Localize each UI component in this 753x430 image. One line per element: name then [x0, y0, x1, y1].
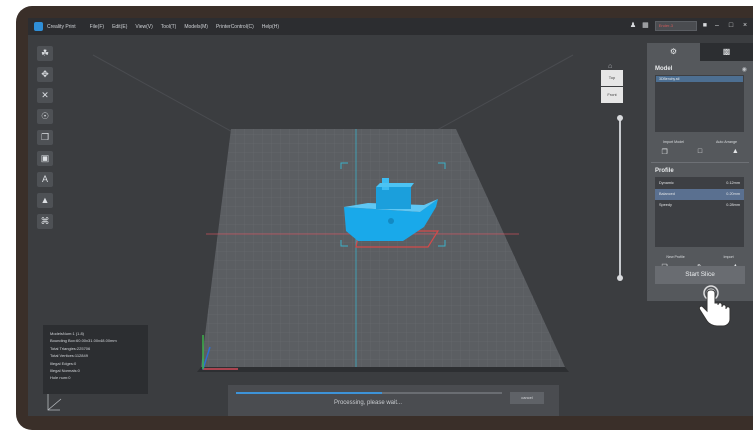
profile-section-title: Profile: [655, 168, 674, 174]
close-button[interactable]: ×: [741, 21, 749, 31]
model-info-panel: ModelsNum:1 (1.8) Bounding Box:60.00x31.…: [43, 325, 148, 394]
rotate-tool-icon[interactable]: ☉: [37, 109, 53, 124]
home-view-icon[interactable]: ⌂: [608, 63, 612, 70]
info-triangles: Total Triangles:225706: [50, 345, 91, 351]
lay-flat-tool-icon[interactable]: ▲: [37, 193, 53, 208]
3d-viewport[interactable]: ModelsNum:1 (1.8) Bounding Box:60.00x31.…: [28, 35, 632, 416]
tab-printer-icon[interactable]: ▩: [700, 43, 753, 61]
profile-row-balanced[interactable]: Balanced 0.20mm: [655, 189, 744, 200]
model-visibility-icon[interactable]: ◉: [742, 66, 747, 73]
pick-tool-icon[interactable]: ☘: [37, 46, 53, 61]
view-cube-front[interactable]: Front: [601, 87, 623, 103]
model-button-labels: Import Model Auto Arrange: [647, 140, 753, 144]
start-slice-button[interactable]: Start Slice: [655, 266, 745, 284]
auto-arrange-icon[interactable]: □: [692, 148, 708, 156]
import-model-label[interactable]: Import Model: [663, 140, 684, 144]
menu-file[interactable]: File(F): [90, 24, 104, 30]
model-buttons: ❐ □ ▲: [647, 148, 753, 156]
app-logo: Creality Print: [34, 22, 90, 31]
move-tool-icon[interactable]: ✥: [37, 67, 53, 82]
profile-row-speedy[interactable]: Speedy 0.28mm: [655, 200, 744, 211]
mirror-tool-icon[interactable]: ❐: [37, 130, 53, 145]
menu-help[interactable]: Help(H): [262, 24, 279, 30]
support-tool-icon[interactable]: ▣: [37, 151, 53, 166]
import-profile-label[interactable]: Import: [723, 255, 733, 259]
text-tool-icon[interactable]: A: [37, 172, 53, 187]
layer-slider-track[interactable]: [619, 119, 621, 279]
menu-printer-control[interactable]: PrinterControl(C): [216, 24, 254, 30]
maximize-button[interactable]: □: [727, 21, 735, 31]
tab-slice-settings-icon[interactable]: ⚙: [647, 43, 700, 61]
app-window: Creality Print File(F) Edit(E) View(V) T…: [28, 18, 753, 416]
printer-select[interactable]: Ender-3: [654, 21, 697, 31]
slicing-progress-panel: Processing, please wait... cancel: [228, 385, 559, 416]
section-divider: [651, 162, 749, 163]
right-side-panel: ⚙ ▩ Model ◉ 3DBenchy.stl Import Model Au…: [647, 43, 753, 301]
info-models-num: ModelsNum:1 (1.8): [50, 331, 85, 336]
progress-bar: [236, 392, 502, 394]
progress-text: Processing, please wait...: [333, 400, 403, 406]
profile-name: Speedy: [659, 203, 672, 207]
title-bar: Creality Print File(F) Edit(E) View(V) T…: [28, 18, 753, 35]
profile-value: 0.12mm: [726, 181, 740, 185]
profile-name: Dynamic: [659, 181, 674, 185]
profile-name: Balanced: [659, 192, 675, 196]
cancel-button[interactable]: cancel: [510, 392, 544, 404]
model-section-header: Model ◉: [647, 66, 753, 73]
info-vertices: Total Vertices:112849: [50, 353, 88, 359]
scale-tool-icon[interactable]: ✕: [37, 88, 53, 103]
progress-bar-fill: [236, 392, 383, 394]
panel-tabs: ⚙ ▩: [647, 43, 753, 61]
profile-value: 0.28mm: [726, 203, 740, 207]
title-bar-right: ♟ ▦ Ender-3 ■ – □ ×: [630, 21, 749, 31]
view-cube-top[interactable]: Top: [601, 70, 623, 86]
view-cube[interactable]: Top Front: [601, 70, 623, 118]
import-model-icon[interactable]: ❐: [657, 148, 673, 156]
layer-slider-top-handle[interactable]: [617, 115, 623, 121]
menu-view[interactable]: View(V): [135, 24, 152, 30]
info-hole-num: Hole num:0: [50, 375, 71, 381]
app-title: Creality Print: [47, 23, 76, 30]
model-list-item[interactable]: 3DBenchy.stl: [656, 76, 743, 82]
printer-settings-icon[interactable]: ■: [703, 21, 707, 31]
profile-list[interactable]: Dynamic 0.12mm Balanced 0.20mm Speedy 0.…: [655, 177, 744, 247]
profile-button-labels: New Profile Import: [647, 255, 753, 259]
menu-tool[interactable]: Tool(T): [161, 24, 177, 30]
delete-model-icon[interactable]: ▲: [727, 148, 743, 156]
left-toolbar: ☘ ✥ ✕ ☉ ❐ ▣ A ▲ ⌘: [37, 46, 53, 229]
logo-icon: [34, 22, 43, 31]
info-illegal-edges: Illegal Edges:0: [50, 360, 77, 366]
model-section-title: Model: [655, 66, 673, 72]
profile-row-dynamic[interactable]: Dynamic 0.12mm: [655, 178, 744, 189]
auto-arrange-label[interactable]: Auto Arrange: [716, 140, 737, 144]
info-bounding-box: Bounding Box:60.00x31.00x48.00mm: [50, 338, 117, 344]
new-profile-label[interactable]: New Profile: [666, 255, 684, 259]
model-list[interactable]: 3DBenchy.stl: [655, 75, 744, 132]
layer-slider[interactable]: [617, 115, 623, 285]
split-tool-icon[interactable]: ⌘: [37, 214, 53, 229]
info-illegal-normals: Illegal Normals:0: [50, 368, 80, 374]
user-icon[interactable]: ♟: [630, 21, 636, 31]
menu-bar: File(F) Edit(E) View(V) Tool(T) Models(M…: [90, 24, 279, 30]
menu-edit[interactable]: Edit(E): [112, 24, 127, 30]
pointing-hand-icon: [698, 285, 731, 327]
menu-models[interactable]: Models(M): [184, 24, 208, 30]
minimize-button[interactable]: –: [713, 21, 721, 31]
layer-slider-bottom-handle[interactable]: [617, 275, 623, 281]
printer-icon[interactable]: ▦: [642, 21, 649, 31]
profile-value: 0.20mm: [726, 192, 740, 196]
